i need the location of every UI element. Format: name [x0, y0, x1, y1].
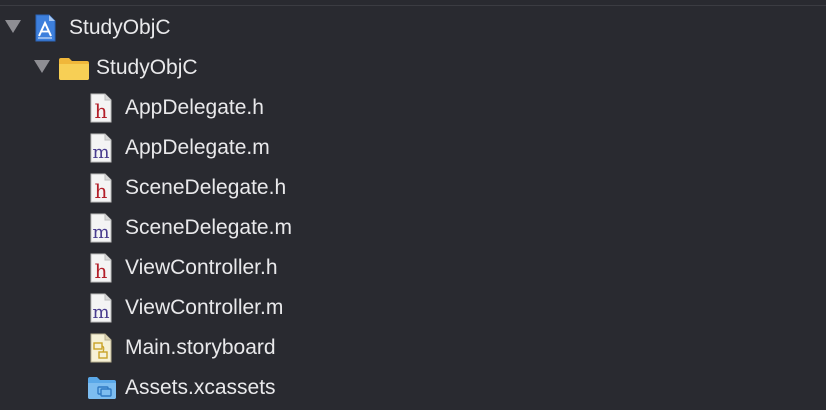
objc-source-file-icon: m: [90, 133, 112, 163]
header-file-icon: h: [90, 93, 112, 123]
folder-icon: [58, 57, 90, 81]
svg-text:h: h: [95, 99, 108, 123]
storyboard-file-icon: [90, 333, 112, 363]
file-row[interactable]: Assets.xcassets: [0, 368, 826, 408]
header-file-icon: h: [90, 253, 112, 283]
svg-text:h: h: [95, 179, 108, 203]
file-row[interactable]: h SceneDelegate.h: [0, 168, 826, 208]
file-name: AppDelegate.h: [125, 96, 264, 119]
disclosure-triangle-expanded-icon[interactable]: [5, 20, 21, 33]
file-name: Main.storyboard: [125, 336, 276, 359]
group-name: StudyObjC: [96, 56, 198, 79]
svg-text:m: m: [92, 142, 109, 163]
file-name: ViewController.h: [125, 256, 278, 279]
group-row[interactable]: StudyObjC: [0, 48, 826, 88]
objc-source-file-icon: m: [90, 213, 112, 243]
file-row[interactable]: m ViewController.m: [0, 288, 826, 328]
file-name: ViewController.m: [125, 296, 284, 319]
file-name: AppDelegate.m: [125, 136, 270, 159]
header-file-icon: h: [90, 173, 112, 203]
file-row[interactable]: h AppDelegate.h: [0, 88, 826, 128]
file-name: SceneDelegate.h: [125, 176, 287, 199]
disclosure-triangle-expanded-icon[interactable]: [34, 60, 50, 73]
file-row[interactable]: h ViewController.h: [0, 248, 826, 288]
svg-text:m: m: [92, 302, 109, 323]
project-name: StudyObjC: [69, 16, 171, 39]
file-row[interactable]: m SceneDelegate.m: [0, 208, 826, 248]
file-row[interactable]: m AppDelegate.m: [0, 128, 826, 168]
xcode-project-icon: [34, 14, 56, 42]
svg-text:h: h: [95, 259, 108, 283]
svg-text:m: m: [92, 222, 109, 243]
file-row[interactable]: Main.storyboard: [0, 328, 826, 368]
objc-source-file-icon: m: [90, 293, 112, 323]
project-navigator: StudyObjC StudyObjC h AppDelegate.h m Ap…: [0, 0, 826, 410]
asset-catalog-icon: [87, 376, 117, 400]
file-name: Assets.xcassets: [125, 376, 276, 399]
file-name: SceneDelegate.m: [125, 216, 292, 239]
project-row[interactable]: StudyObjC: [0, 8, 826, 48]
